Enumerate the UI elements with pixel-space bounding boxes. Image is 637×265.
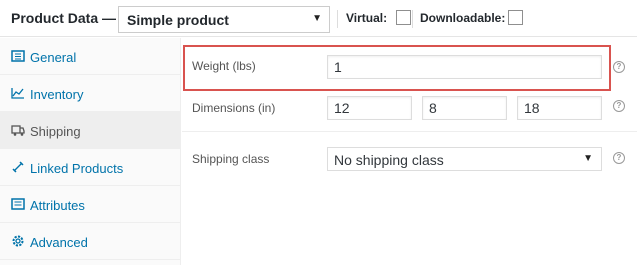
chevron-down-icon: ▼ [583, 153, 593, 164]
gear-icon [12, 235, 24, 247]
product-data-header: Product Data — Simple product ▼ Virtual:… [0, 0, 637, 37]
virtual-checkbox[interactable] [396, 10, 411, 25]
dimensions-label: Dimensions (in) [192, 101, 276, 115]
general-grid-icon [11, 50, 25, 62]
tab-label: Inventory [30, 87, 84, 102]
help-icon: ? [613, 152, 625, 164]
weight-highlight-box [183, 45, 611, 91]
tab-label: Linked Products [30, 161, 124, 176]
chevron-down-icon: ▼ [312, 13, 322, 24]
tab-label: Attributes [30, 198, 85, 213]
help-icon: ? [613, 61, 625, 73]
product-type-select[interactable]: Simple product ▼ [118, 6, 330, 33]
downloadable-checkbox[interactable] [508, 10, 523, 25]
shipping-truck-icon [11, 125, 25, 136]
tab-label: General [30, 50, 77, 65]
shipping-class-label: Shipping class [192, 152, 270, 166]
width-input[interactable] [422, 96, 507, 120]
section-divider [182, 131, 637, 132]
product-type-value: Simple product [127, 12, 229, 28]
attributes-list-icon [11, 198, 25, 210]
shipping-class-value: No shipping class [334, 152, 444, 168]
link-icon [12, 161, 24, 173]
header-divider [412, 10, 413, 28]
tab-label: Shipping [30, 124, 81, 139]
length-input[interactable] [327, 96, 412, 120]
tab-general[interactable]: General [0, 38, 181, 75]
help-icon: ? [613, 100, 625, 112]
product-data-title: Product Data — [11, 10, 117, 26]
downloadable-label: Downloadable: [420, 11, 506, 25]
shipping-class-select[interactable]: No shipping class ▼ [327, 147, 602, 171]
tab-shipping[interactable]: Shipping [0, 112, 181, 149]
inventory-chart-icon [11, 88, 24, 99]
tab-linked-products[interactable]: Linked Products [0, 149, 181, 186]
virtual-label: Virtual: [346, 11, 388, 25]
header-divider [337, 10, 338, 28]
tab-advanced[interactable]: Advanced [0, 223, 181, 260]
tab-attributes[interactable]: Attributes [0, 186, 181, 223]
tab-inventory[interactable]: Inventory [0, 75, 181, 112]
height-input[interactable] [517, 96, 602, 120]
product-data-tabs: General Inventory Shipping Linked Produc… [0, 38, 181, 265]
tab-label: Advanced [30, 235, 88, 250]
